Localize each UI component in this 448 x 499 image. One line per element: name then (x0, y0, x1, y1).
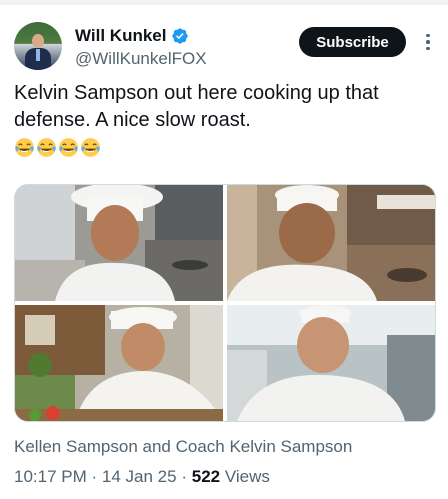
author-name-row: Will Kunkel (75, 26, 189, 46)
emoji-row (14, 137, 101, 158)
views-label: Views (224, 467, 270, 486)
photo-1[interactable] (15, 185, 223, 301)
tears-of-joy-emoji-icon (59, 138, 78, 158)
author-handle[interactable]: @WillKunkelFOX (75, 49, 207, 69)
media-grid (14, 184, 436, 422)
top-divider (0, 0, 448, 5)
media-caption: Kellen Sampson and Coach Kelvin Sampson (14, 437, 353, 456)
tweet-date[interactable]: 14 Jan 25 (102, 467, 177, 486)
vertical-ellipsis-icon[interactable] (417, 29, 439, 55)
subscribe-button[interactable]: Subscribe (299, 27, 406, 57)
meta-separator: · (91, 467, 98, 486)
author-name[interactable]: Will Kunkel (75, 26, 166, 46)
tweet-meta: 10:17 PM · 14 Jan 25 · 522 Views (14, 467, 270, 487)
verified-badge-icon (172, 28, 189, 44)
tweet-body: Kelvin Sampson out here cooking up that … (14, 82, 379, 131)
photo-2[interactable] (227, 185, 435, 301)
views-count: 522 (191, 467, 221, 486)
tweet-header: Will Kunkel @WillKunkelFOX Subscribe (0, 8, 448, 78)
tweet-time[interactable]: 10:17 PM (14, 467, 87, 486)
photo-3[interactable] (15, 305, 223, 421)
meta-separator: · (181, 467, 187, 486)
tears-of-joy-emoji-icon (81, 138, 100, 158)
photo-4[interactable] (227, 305, 435, 421)
tears-of-joy-emoji-icon (37, 138, 56, 158)
avatar[interactable] (14, 22, 62, 70)
tweet-text: Kelvin Sampson out here cooking up that … (14, 80, 434, 161)
tears-of-joy-emoji-icon (15, 138, 34, 158)
